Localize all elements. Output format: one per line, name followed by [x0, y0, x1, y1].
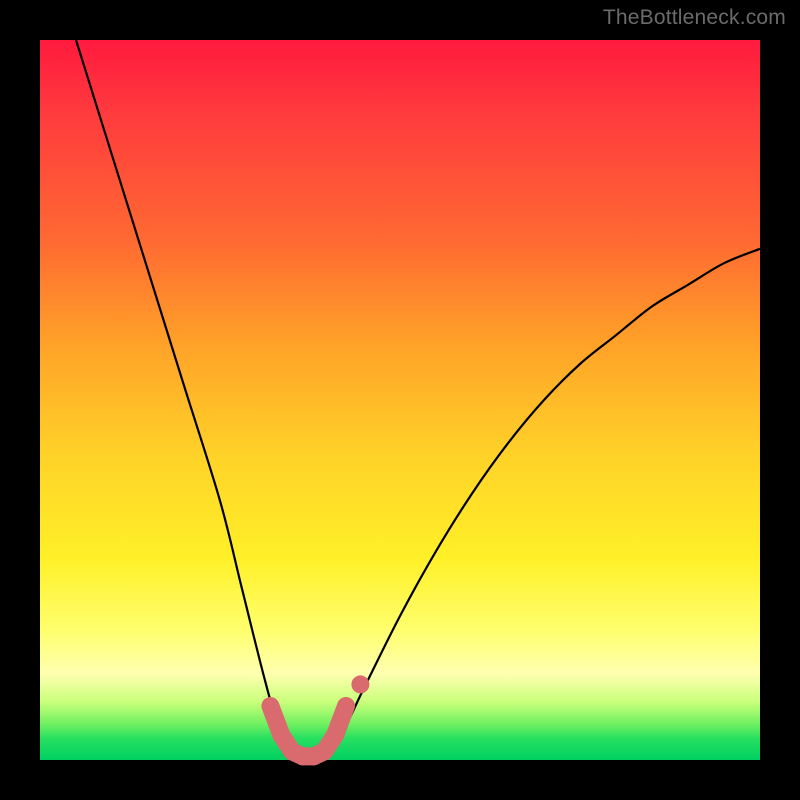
- plot-area: [40, 40, 760, 760]
- bottleneck-curve: [76, 40, 760, 760]
- chart-frame: TheBottleneck.com: [0, 0, 800, 800]
- watermark-text: TheBottleneck.com: [603, 6, 786, 30]
- curve-svg: [40, 40, 760, 760]
- optimal-range-markers: [270, 675, 369, 756]
